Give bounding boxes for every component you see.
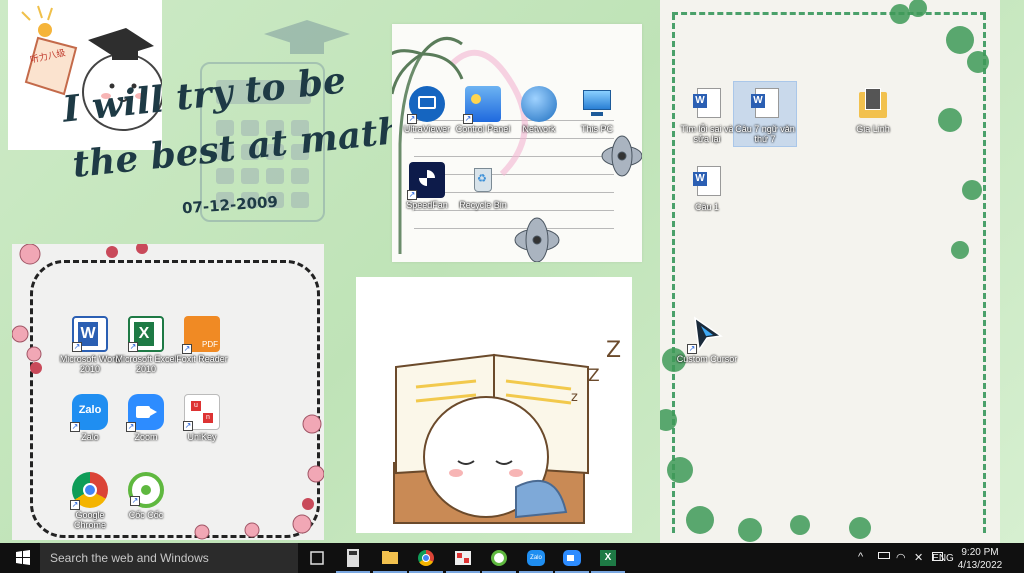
chrome-icon: ↗	[70, 472, 108, 510]
word-icon: W ↗	[72, 316, 108, 352]
icon-label: UltraViewer	[403, 124, 451, 134]
show-hidden-icons-button[interactable]: ^	[858, 543, 874, 573]
excel-icon: X	[600, 550, 616, 566]
taskbar-unikey[interactable]	[446, 543, 480, 573]
icon-label: Zoom	[134, 432, 158, 442]
file-explorer-icon	[382, 551, 398, 564]
desktop-icon-recycle-bin[interactable]: ♻ Recycle Bin	[452, 162, 514, 210]
calculator-icon	[347, 549, 359, 567]
taskbar-coccoc[interactable]	[482, 543, 516, 573]
taskbar-search-box[interactable]: Search the web and Windows	[40, 543, 298, 573]
task-view-icon	[310, 551, 324, 565]
foxit-pdf-icon: PDF ↗	[182, 316, 220, 354]
taskbar-excel[interactable]: X	[591, 543, 625, 573]
battery-icon[interactable]	[878, 543, 894, 573]
desktop-icon-network[interactable]: Network	[508, 86, 570, 134]
desktop-icon-this-pc[interactable]: This PC	[566, 86, 628, 134]
taskbar: Search the web and Windows Zalo X ^ ◠ ✕ …	[0, 543, 1024, 573]
word-doc-icon: W	[747, 86, 783, 122]
icon-label: Custom Cursor	[676, 354, 738, 364]
wifi-icon[interactable]: ◠	[896, 543, 912, 573]
desktop-icon-custom-cursor[interactable]: ↗ Custom Cursor	[676, 316, 738, 364]
word-doc-icon: W	[689, 86, 725, 122]
icon-label: Google Chrome	[73, 510, 106, 530]
icon-label: This PC	[580, 124, 613, 134]
icon-label: Control Panel	[455, 124, 511, 134]
icon-label: Cốc Cốc	[128, 510, 164, 520]
svg-text:Z: Z	[606, 338, 621, 363]
desktop-icon-doc-cau-7[interactable]: W Câu 7 ngữ văn thứ 7	[733, 81, 797, 147]
desktop-icon-zalo[interactable]: Zalo ↗ Zalo	[59, 394, 121, 442]
desktop-icon-speedfan[interactable]: ↗ SpeedFan	[396, 162, 458, 210]
icon-label: Tìm lỗi sai và sửa lại	[680, 124, 734, 144]
this-pc-icon	[579, 86, 615, 122]
unikey-icon: u n ↗	[183, 394, 220, 431]
clock-time: 9:20 PM	[961, 547, 999, 558]
taskbar-calculator[interactable]	[336, 543, 370, 573]
taskbar-chrome[interactable]	[409, 543, 443, 573]
recycle-bin-icon: ♻	[465, 162, 501, 198]
icon-label: Network	[522, 124, 556, 134]
taskbar-zalo[interactable]: Zalo	[519, 543, 553, 573]
svg-text:z: z	[571, 390, 578, 405]
desktop-icon-control-panel[interactable]: ↗ Control Panel	[452, 86, 514, 134]
zoom-icon	[563, 550, 581, 566]
icon-label: UniKey	[187, 432, 217, 442]
desktop: 听力八级 I will try to be the best at math 0…	[0, 0, 1024, 543]
icon-label: SpeedFan	[406, 200, 448, 210]
custom-cursor-icon: ↗	[687, 316, 725, 354]
coccoc-icon: ↗	[128, 472, 164, 508]
desktop-icon-zoom[interactable]: ↗ Zoom	[115, 394, 177, 442]
icon-label: Câu 1	[694, 202, 720, 212]
control-panel-icon: ↗	[463, 86, 501, 124]
sleeping-bunny-illustration: Z Z z	[356, 277, 632, 533]
taskbar-clock[interactable]: 9:20 PM 4/13/2022	[950, 543, 1010, 573]
desktop-icon-chrome[interactable]: ↗ Google Chrome	[59, 472, 121, 530]
zoom-icon: ↗	[126, 394, 164, 432]
icon-label: Microsoft Word 2010	[59, 354, 121, 374]
folder-icon	[855, 86, 891, 122]
icon-label: Zalo	[81, 432, 99, 442]
ultraviewer-icon: ↗	[407, 86, 445, 124]
right-paper-panel	[660, 0, 1000, 543]
icon-label: Câu 7 ngữ văn thứ 7	[735, 124, 795, 144]
desktop-icon-word[interactable]: W ↗ Microsoft Word 2010	[59, 316, 121, 374]
note-paper-panel	[392, 24, 642, 262]
icon-label: Gia Linh	[856, 124, 890, 134]
coccoc-icon	[491, 550, 507, 566]
desktop-icon-ultraviewer[interactable]: ↗ UltraViewer	[396, 86, 458, 134]
desktop-icon-excel[interactable]: X ↗ Microsoft Excel 2010	[115, 316, 177, 374]
network-icon	[521, 86, 557, 122]
taskbar-zoom[interactable]	[555, 543, 589, 573]
clock-date: 4/13/2022	[957, 560, 1003, 571]
taskbar-file-explorer[interactable]	[373, 543, 407, 573]
desktop-icon-doc-tim-loi[interactable]: W Tìm lỗi sai và sửa lại	[676, 86, 738, 144]
excel-icon: X ↗	[128, 316, 164, 352]
task-view-button[interactable]	[300, 543, 334, 573]
desktop-icon-folder-gia-linh[interactable]: Gia Linh	[842, 86, 904, 134]
svg-text:Z: Z	[588, 366, 600, 386]
word-doc-icon: W	[689, 164, 725, 200]
chrome-icon	[418, 550, 434, 566]
zalo-icon: Zalo ↗	[70, 394, 108, 432]
desktop-icon-coccoc[interactable]: ↗ Cốc Cốc	[115, 472, 177, 520]
icon-label: Recycle Bin	[459, 200, 507, 210]
speedfan-icon: ↗	[407, 162, 445, 200]
icon-label: Microsoft Excel 2010	[115, 354, 177, 374]
unikey-icon	[455, 551, 471, 565]
zalo-icon: Zalo	[527, 550, 545, 566]
chevron-up-icon: ^	[858, 551, 864, 563]
desktop-icon-unikey[interactable]: u n ↗ UniKey	[171, 394, 233, 442]
desktop-icon-foxit[interactable]: PDF ↗ Foxit Reader	[171, 316, 233, 364]
desktop-icon-doc-cau-1[interactable]: W Câu 1	[676, 164, 738, 212]
icon-label: Foxit Reader	[176, 354, 228, 364]
